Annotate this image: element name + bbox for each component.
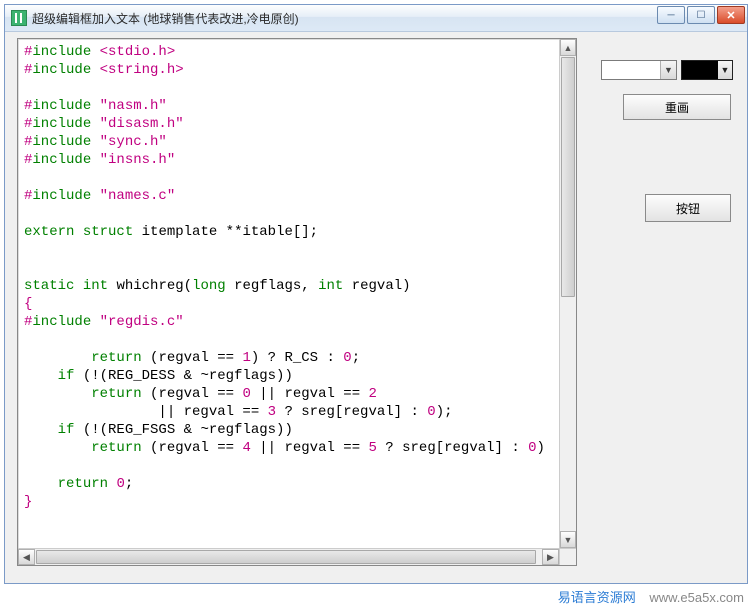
footer: 易语言资源网 www.e5a5x.com	[558, 587, 744, 606]
action-button[interactable]: 按钮	[645, 194, 731, 222]
font-combobox[interactable]: ▼	[601, 60, 677, 80]
redraw-button[interactable]: 重画	[623, 94, 731, 120]
chevron-down-icon: ▼	[718, 61, 732, 79]
footer-brand: 易语言资源网	[558, 590, 636, 605]
app-icon	[11, 10, 27, 26]
window-controls: ─ ☐ ✕	[657, 6, 745, 24]
scroll-right-icon[interactable]: ▶	[542, 549, 559, 565]
code-editor-viewport[interactable]: #include <stdio.h> #include <string.h> #…	[18, 39, 559, 548]
action-button-label: 按钮	[676, 200, 700, 217]
window-title: 超级编辑框加入文本 (地球销售代表改进,冷电原创)	[32, 10, 299, 27]
scroll-up-icon[interactable]: ▲	[560, 39, 576, 56]
chevron-down-icon: ▼	[660, 61, 676, 79]
scroll-left-icon[interactable]: ◀	[18, 549, 35, 565]
scroll-down-icon[interactable]: ▼	[560, 531, 576, 548]
maximize-button[interactable]: ☐	[687, 6, 715, 24]
vertical-scrollbar[interactable]: ▲ ▼	[559, 39, 576, 548]
horizontal-scrollbar[interactable]: ◀ ▶	[18, 548, 559, 565]
minimize-button[interactable]: ─	[657, 6, 685, 24]
vertical-scroll-thumb[interactable]	[561, 57, 575, 297]
footer-url: www.e5a5x.com	[649, 590, 744, 605]
code-editor[interactable]: #include <stdio.h> #include <string.h> #…	[17, 38, 577, 566]
client-area: #include <stdio.h> #include <string.h> #…	[5, 32, 747, 583]
close-button[interactable]: ✕	[717, 6, 745, 24]
scroll-corner	[559, 548, 576, 565]
titlebar[interactable]: 超级编辑框加入文本 (地球销售代表改进,冷电原创) ─ ☐ ✕	[5, 5, 747, 32]
side-panel: ▼ ▼ 重画	[593, 60, 733, 120]
color-picker[interactable]: ▼	[681, 60, 733, 80]
redraw-button-label: 重画	[665, 99, 689, 116]
horizontal-scroll-thumb[interactable]	[36, 550, 536, 564]
app-window: 超级编辑框加入文本 (地球销售代表改进,冷电原创) ─ ☐ ✕ #include…	[4, 4, 748, 584]
